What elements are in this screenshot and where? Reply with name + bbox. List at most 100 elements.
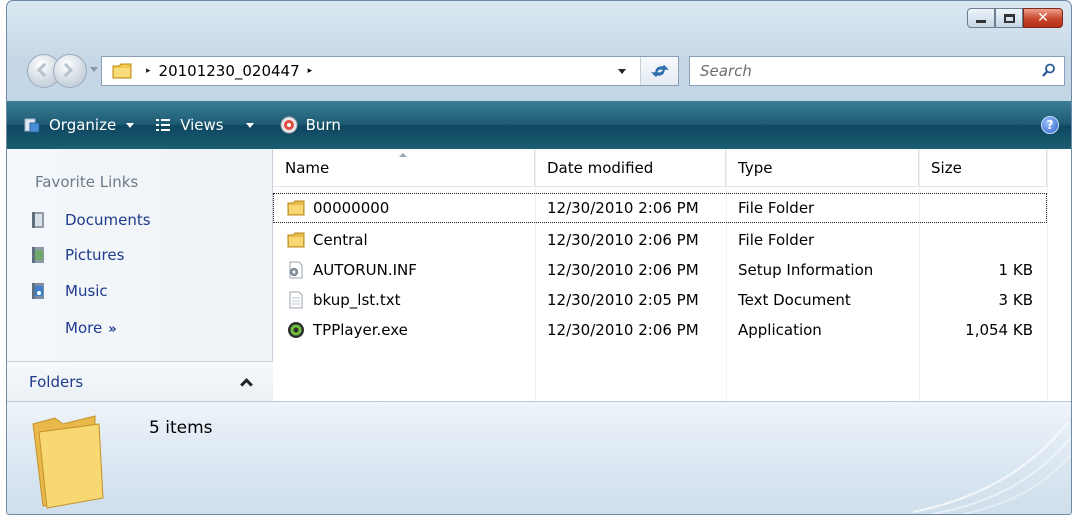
file-row-central[interactable]: Central 12/30/2010 2:06 PM File Folder [273, 225, 1047, 255]
file-name-cell: TPPlayer.exe [273, 321, 535, 339]
file-name: Central [313, 231, 368, 249]
search-input[interactable] [700, 62, 1020, 80]
search-icon[interactable] [1042, 63, 1056, 77]
column-header-row: Name Date modified Type Size [273, 149, 1047, 187]
file-row-tpplayer-exe[interactable]: TPPlayer.exe 12/30/2010 2:06 PM Applicat… [273, 315, 1047, 345]
folder-icon [287, 200, 305, 216]
recent-pages-dropdown-icon[interactable] [90, 67, 98, 72]
column-header-name[interactable]: Name [273, 149, 535, 187]
forward-arrow-icon [58, 62, 74, 78]
help-icon[interactable]: ? [1041, 116, 1059, 134]
organize-dropdown-icon [126, 122, 135, 128]
setup-file-icon [289, 261, 303, 279]
file-date: 12/30/2010 2:05 PM [547, 291, 699, 309]
address-dropdown-icon[interactable] [618, 69, 626, 74]
close-icon: ✕ [1037, 10, 1049, 26]
sidebar-item-label: Pictures [65, 246, 125, 264]
maximize-icon [1003, 13, 1015, 23]
sort-ascending-icon [399, 153, 407, 157]
text-file-icon [289, 291, 303, 309]
column-header-type[interactable]: Type [726, 149, 919, 187]
back-arrow-icon [36, 62, 52, 78]
file-name: 00000000 [313, 199, 390, 217]
more-links-button[interactable]: More » [65, 319, 117, 337]
breadcrumb-separator-icon[interactable]: ▸ [146, 66, 151, 76]
file-date: 12/30/2010 2:06 PM [547, 231, 699, 249]
forward-button[interactable] [53, 54, 87, 88]
details-pane: 5 items [7, 401, 1071, 514]
file-name: bkup_lst.txt [313, 291, 401, 309]
column-header-size[interactable]: Size [919, 149, 1047, 187]
file-type: File Folder [738, 231, 815, 249]
sidebar-item-label: Documents [65, 211, 151, 229]
file-date: 12/30/2010 2:06 PM [547, 199, 699, 217]
documents-icon [32, 212, 44, 228]
file-name-cell: bkup_lst.txt [273, 291, 535, 309]
music-icon [32, 283, 44, 299]
refresh-icon [650, 64, 669, 78]
views-icon [156, 119, 171, 131]
caption-buttons: ✕ [967, 8, 1063, 28]
views-label: Views [180, 116, 224, 134]
burn-button[interactable]: Burn [270, 101, 351, 149]
sidebar-item-pictures[interactable]: Pictures [31, 246, 124, 264]
column-header-label: Date modified [547, 159, 654, 177]
folder-icon [112, 63, 132, 79]
pictures-icon [32, 247, 44, 263]
folders-label: Folders [29, 372, 84, 391]
file-size: 1,054 KB [965, 321, 1033, 339]
sidebar-item-music[interactable]: Music [31, 282, 108, 300]
address-bar[interactable]: ▸ 20101230_020447 ▸ [101, 56, 679, 86]
organize-icon [24, 118, 40, 133]
file-size: 3 KB [998, 291, 1033, 309]
sidebar-item-label: Music [65, 282, 108, 300]
file-type: File Folder [738, 199, 815, 217]
file-name: AUTORUN.INF [313, 261, 417, 279]
file-name-cell: Central [273, 231, 535, 249]
decorative-swoosh [912, 421, 1071, 514]
maximize-button[interactable] [995, 8, 1023, 28]
search-box[interactable] [689, 56, 1065, 86]
command-bar: Organize Views Burn ? [7, 101, 1071, 149]
column-divider [1047, 149, 1048, 401]
more-label: More [65, 319, 103, 337]
folders-toggle[interactable]: Folders [7, 361, 273, 401]
file-name: TPPlayer.exe [313, 321, 408, 339]
file-list: Name Date modified Type Size 00000000 12… [273, 149, 1071, 401]
breadcrumb-separator-icon[interactable]: ▸ [308, 66, 313, 76]
column-header-label: Type [738, 159, 773, 177]
burn-label: Burn [305, 116, 341, 134]
application-icon [288, 322, 304, 338]
file-type: Setup Information [738, 261, 874, 279]
column-header-label: Size [931, 159, 962, 177]
column-header-label: Name [285, 159, 330, 177]
file-row-bkup-lst-txt[interactable]: bkup_lst.txt 12/30/2010 2:05 PM Text Doc… [273, 285, 1047, 315]
large-folder-icon [32, 415, 104, 509]
file-row-00000000[interactable]: 00000000 12/30/2010 2:06 PM File Folder [273, 193, 1047, 223]
file-date: 12/30/2010 2:06 PM [547, 321, 699, 339]
double-chevron-icon: » [108, 322, 117, 337]
minimize-icon [976, 19, 986, 23]
file-date: 12/30/2010 2:06 PM [547, 261, 699, 279]
column-header-date-modified[interactable]: Date modified [535, 149, 726, 187]
file-type: Application [738, 321, 822, 339]
views-dropdown-icon [245, 122, 254, 128]
file-size: 1 KB [998, 261, 1033, 279]
file-name-cell: 00000000 [273, 199, 535, 217]
file-type: Text Document [738, 291, 851, 309]
breadcrumb-current-folder[interactable]: 20101230_020447 [159, 62, 300, 80]
refresh-button[interactable] [640, 57, 678, 85]
chevron-up-icon [240, 377, 253, 391]
close-button[interactable]: ✕ [1023, 8, 1063, 28]
explorer-window: ✕ ▸ 20101230_020447 ▸ Search Organize Vi… [6, 0, 1072, 515]
file-name-cell: AUTORUN.INF [273, 261, 535, 279]
folder-icon [287, 232, 305, 248]
sidebar-item-documents[interactable]: Documents [31, 211, 151, 229]
item-count: 5 items [149, 418, 213, 438]
file-row-autorun-inf[interactable]: AUTORUN.INF 12/30/2010 2:06 PM Setup Inf… [273, 255, 1047, 285]
navigation-pane: Favorite Links Documents Pictures Music … [7, 149, 273, 401]
organize-button[interactable]: Organize [13, 101, 144, 149]
burn-disc-icon [280, 116, 298, 134]
views-button[interactable]: Views [144, 101, 263, 149]
minimize-button[interactable] [967, 8, 995, 28]
